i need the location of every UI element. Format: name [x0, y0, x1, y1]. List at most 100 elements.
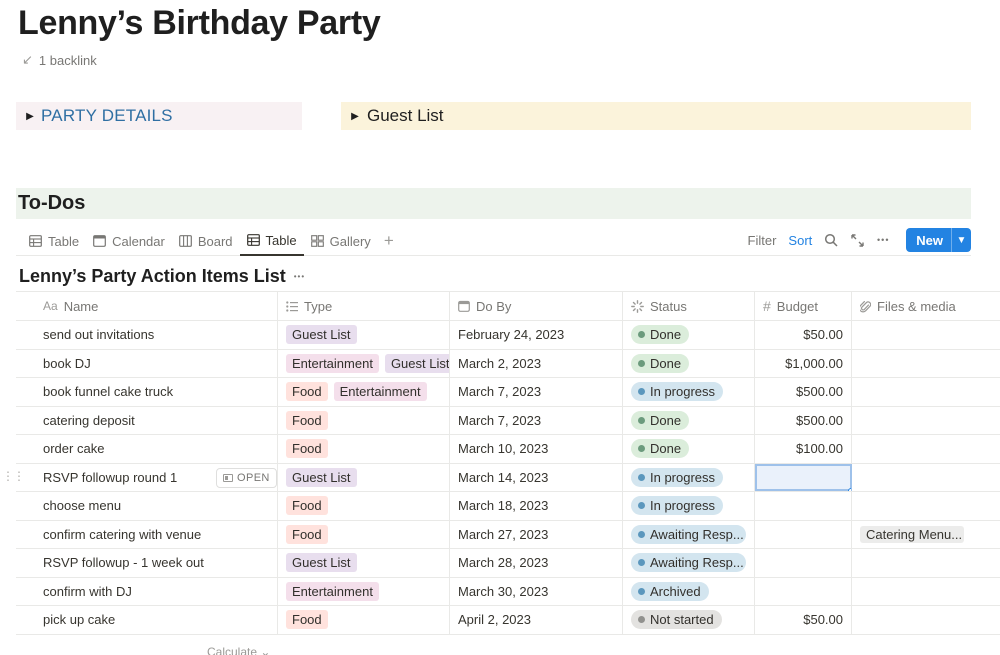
new-button-label[interactable]: New [906, 228, 951, 252]
budget-cell[interactable]: $100.00 [755, 435, 852, 463]
name-cell[interactable]: pick up cake [16, 606, 278, 634]
do-by-cell[interactable]: March 10, 2023 [450, 435, 623, 463]
budget-cell[interactable] [755, 520, 852, 548]
guest-list-toggle[interactable]: ▶ Guest List [341, 102, 971, 130]
tab-gallery[interactable]: Gallery [304, 226, 378, 256]
do-by-cell[interactable]: March 7, 2023 [450, 378, 623, 406]
files-cell[interactable]: Catering Menu... [852, 521, 1000, 549]
expand-icon[interactable] [844, 227, 870, 253]
do-by-cell[interactable]: March 14, 2023 [450, 463, 623, 491]
table-row[interactable]: RSVP followup round 1 ⋮⋮ OPEN Guest List Mar… [2, 463, 1000, 492]
budget-cell[interactable] [755, 549, 852, 577]
name-cell[interactable]: RSVP followup - 1 week out [16, 549, 278, 577]
type-cell[interactable]: Guest List [278, 321, 450, 349]
table-row[interactable]: book funnel cake truck Food Entertainment M… [16, 378, 1000, 407]
table-row[interactable]: RSVP followup - 1 week out Guest List Marc… [16, 549, 1000, 578]
budget-cell[interactable] [755, 577, 852, 605]
name-cell[interactable]: confirm catering with venue [16, 520, 278, 548]
tab-calendar[interactable]: Calendar [86, 226, 172, 256]
files-cell[interactable] [852, 606, 1000, 634]
name-cell[interactable]: order cake [16, 435, 278, 463]
budget-cell[interactable] [755, 463, 852, 491]
status-cell[interactable]: In progress [623, 378, 755, 406]
status-cell[interactable]: In progress [623, 492, 755, 520]
budget-cell[interactable]: $500.00 [755, 378, 852, 406]
files-cell[interactable] [852, 407, 1000, 435]
column-header-status[interactable]: Status [623, 292, 755, 320]
files-cell[interactable] [852, 435, 1000, 463]
table-row[interactable]: book DJ Entertainment Guest List March 2, 2… [16, 349, 1000, 378]
name-cell[interactable]: choose menu [16, 492, 278, 520]
do-by-cell[interactable]: March 28, 2023 [450, 549, 623, 577]
type-cell[interactable]: Entertainment [278, 577, 450, 605]
files-cell[interactable] [852, 578, 1000, 606]
type-cell[interactable]: Food [278, 606, 450, 634]
column-header-type[interactable]: Type [278, 292, 450, 320]
files-cell[interactable] [852, 464, 1000, 492]
type-cell[interactable]: Entertainment Guest List [278, 349, 450, 377]
do-by-cell[interactable]: March 7, 2023 [450, 406, 623, 434]
status-cell[interactable]: In progress [623, 463, 755, 491]
do-by-cell[interactable]: March 30, 2023 [450, 577, 623, 605]
name-cell[interactable]: send out invitations [16, 321, 278, 349]
files-cell[interactable] [852, 492, 1000, 520]
budget-cell[interactable]: $50.00 [755, 321, 852, 349]
more-options-icon[interactable]: ••• [870, 227, 896, 253]
budget-cell[interactable]: $50.00 [755, 606, 852, 634]
status-cell[interactable]: Done [623, 435, 755, 463]
drag-handle-icon[interactable]: ⋮⋮ [2, 470, 25, 482]
budget-cell[interactable] [755, 492, 852, 520]
name-cell[interactable]: confirm with DJ [16, 577, 278, 605]
files-cell[interactable] [852, 378, 1000, 406]
file-chip[interactable]: Catering Menu... [860, 525, 964, 543]
status-cell[interactable]: Not started [623, 606, 755, 634]
name-cell[interactable]: book DJ [16, 349, 278, 377]
files-cell[interactable] [852, 321, 1000, 349]
calculate-button[interactable]: Calculate ⌄ [207, 645, 270, 655]
toggle-triangle-icon[interactable]: ▶ [20, 111, 40, 122]
chevron-down-icon[interactable]: ▼ [951, 228, 971, 252]
name-cell[interactable]: book funnel cake truck [16, 378, 278, 406]
table-row[interactable]: catering deposit Food March 7, 2023 Done $50… [16, 406, 1000, 435]
files-cell[interactable] [852, 350, 1000, 378]
table-row[interactable]: confirm catering with venue Food March 27,… [16, 520, 1000, 549]
backlink-link[interactable]: ↙ 1 backlink [22, 52, 97, 68]
status-cell[interactable]: Done [623, 321, 755, 349]
type-cell[interactable]: Food Entertainment [278, 378, 450, 406]
database-title[interactable]: Lenny’s Party Action Items List ••• [19, 266, 305, 287]
toggle-triangle-icon[interactable]: ▶ [345, 111, 365, 122]
search-icon[interactable] [818, 227, 844, 253]
column-header-budget[interactable]: # Budget [755, 292, 852, 320]
tab-table[interactable]: Table [22, 226, 86, 256]
do-by-cell[interactable]: April 2, 2023 [450, 606, 623, 634]
status-cell[interactable]: Awaiting Resp... [623, 520, 755, 548]
do-by-cell[interactable]: March 27, 2023 [450, 520, 623, 548]
table-row[interactable]: send out invitations Guest List February 2… [16, 321, 1000, 350]
table-row[interactable]: confirm with DJ Entertainment March 30, 20… [16, 577, 1000, 606]
column-header-name[interactable]: Aa Name [16, 292, 278, 320]
new-button[interactable]: New ▼ [906, 228, 971, 252]
do-by-cell[interactable]: February 24, 2023 [450, 321, 623, 349]
budget-cell[interactable]: $500.00 [755, 406, 852, 434]
status-cell[interactable]: Archived [623, 577, 755, 605]
table-row[interactable]: choose menu Food March 18, 2023 In progress [16, 492, 1000, 521]
type-cell[interactable]: Guest List [278, 463, 450, 491]
name-cell[interactable]: catering deposit [16, 406, 278, 434]
type-cell[interactable]: Food [278, 406, 450, 434]
status-cell[interactable]: Done [623, 349, 755, 377]
type-cell[interactable]: Guest List [278, 549, 450, 577]
database-more-icon[interactable]: ••• [294, 272, 305, 281]
status-cell[interactable]: Done [623, 406, 755, 434]
status-cell[interactable]: Awaiting Resp... [623, 549, 755, 577]
tab-board[interactable]: Board [172, 226, 240, 256]
type-cell[interactable]: Food [278, 520, 450, 548]
files-cell[interactable] [852, 549, 1000, 577]
column-header-files[interactable]: Files & media [852, 292, 1000, 320]
tab-table-active[interactable]: Table [239, 226, 304, 256]
fill-handle[interactable] [848, 488, 851, 491]
column-header-do-by[interactable]: Do By [450, 292, 623, 320]
name-cell[interactable]: RSVP followup round 1 ⋮⋮ OPEN [2, 463, 278, 491]
do-by-cell[interactable]: March 2, 2023 [450, 349, 623, 377]
sort-button[interactable]: Sort [782, 233, 818, 248]
table-row[interactable]: pick up cake Food April 2, 2023 Not started… [16, 606, 1000, 635]
